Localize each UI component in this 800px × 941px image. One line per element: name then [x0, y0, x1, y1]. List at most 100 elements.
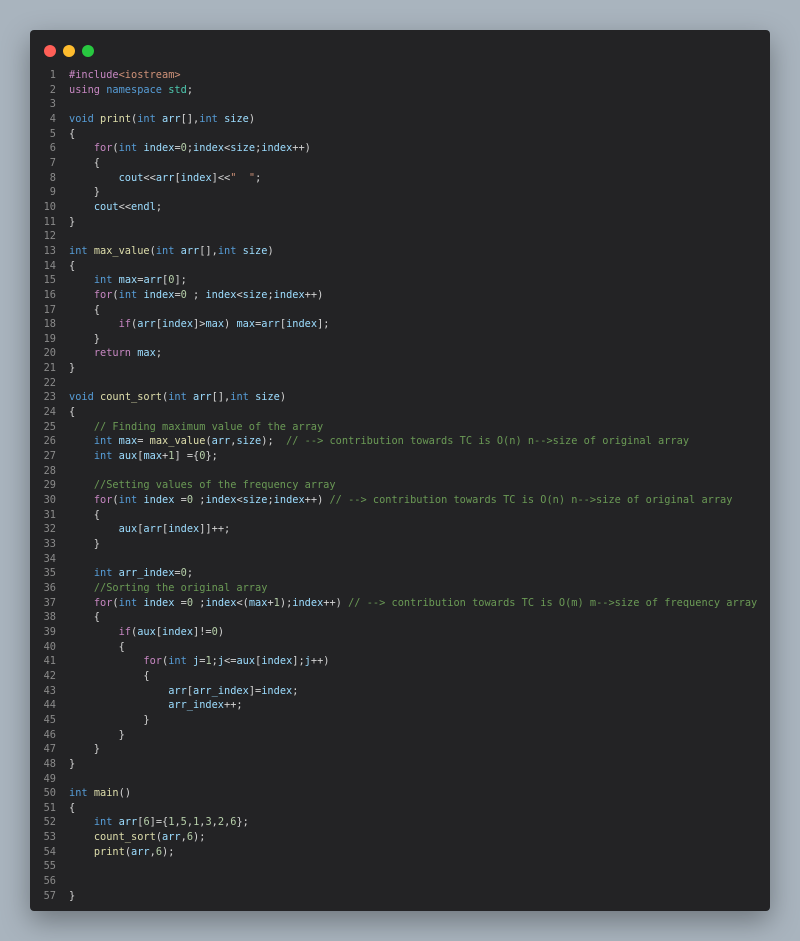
- code-token: }: [69, 728, 125, 741]
- code-token: int: [69, 787, 88, 800]
- code-line: 50 int main(): [30, 786, 770, 801]
- line-source: }: [69, 332, 100, 347]
- line-number: 28: [43, 464, 56, 477]
- code-token: int: [93, 567, 113, 580]
- code-line: 56: [30, 874, 770, 889]
- line-source: int max= max_value(arr,size); // --> con…: [69, 434, 689, 449]
- code-line: 29 //Setting values of the frequency arr…: [30, 478, 770, 493]
- code-line: 12: [30, 229, 770, 244]
- line-number: 43: [43, 684, 56, 697]
- code-token: ): [248, 112, 256, 125]
- code-line: 44 arr_index++;: [30, 698, 770, 713]
- code-token: int: [155, 244, 175, 257]
- code-token: #include: [69, 69, 119, 81]
- code-line: 30 for(int index =0 ;index<size;index++)…: [30, 493, 770, 508]
- line-source: aux[arr[index]]++;: [69, 522, 231, 537]
- line-source: for(int index=0;index<size;index++): [69, 141, 311, 156]
- maximize-button[interactable]: [82, 45, 94, 57]
- code-token: " ": [230, 171, 256, 184]
- line-source: int arr_index=0;: [69, 566, 193, 581]
- line-number: 9: [49, 186, 56, 199]
- code-token: }: [69, 362, 76, 375]
- code-token: index: [261, 142, 293, 155]
- code-line: 39 if(aux[index]!=0): [30, 625, 770, 640]
- line-source: cout<<endl;: [69, 200, 162, 215]
- code-line: 55: [30, 859, 770, 874]
- code-token: arr: [162, 112, 181, 125]
- code-token: ]!=: [193, 625, 212, 638]
- line-source: }: [69, 537, 100, 552]
- line-source: for(int j=1;j<=aux[index];j++): [69, 654, 329, 669]
- code-line: 11}: [30, 215, 770, 230]
- code-token: ;: [255, 171, 262, 184]
- code-token: ]<<: [211, 171, 231, 184]
- code-token: aux: [118, 523, 138, 536]
- line-source: for(int index =0 ;index<size;index++) //…: [69, 493, 733, 508]
- code-token: int: [230, 391, 249, 404]
- code-token: {: [69, 640, 125, 653]
- code-token: {: [69, 669, 150, 682]
- code-token: ;: [186, 288, 206, 301]
- code-token: int: [118, 596, 138, 609]
- code-token: max_value: [93, 244, 150, 257]
- code-token: print: [93, 845, 125, 858]
- code-token: //Sorting the original array: [93, 581, 268, 594]
- line-number: 57: [43, 889, 56, 902]
- line-number: 24: [43, 406, 56, 419]
- line-source: int max=arr[0];: [69, 273, 187, 288]
- line-source: {: [69, 156, 100, 171]
- code-token: index: [143, 142, 175, 155]
- code-token: ++): [292, 142, 311, 155]
- code-line: 48}: [30, 757, 770, 772]
- code-token: index: [261, 684, 293, 697]
- code-token: <=: [224, 655, 237, 668]
- code-token: std: [168, 83, 187, 96]
- code-token: ): [267, 244, 274, 257]
- line-number: 39: [43, 625, 56, 638]
- line-source: {: [69, 801, 75, 816]
- line-source: int max_value(int arr[],int size): [69, 244, 274, 259]
- code-line: 7 {: [30, 156, 770, 171]
- code-token: =: [137, 435, 150, 448]
- line-number: 31: [43, 508, 56, 521]
- line-number: 14: [43, 259, 56, 272]
- code-token: void: [69, 112, 94, 125]
- code-line: 57}: [30, 889, 770, 904]
- code-token: max: [118, 435, 138, 448]
- code-line: 25 // Finding maximum value of the array: [30, 420, 770, 435]
- code-token: {: [69, 611, 100, 624]
- code-line: 1 #include<iostream>: [30, 68, 770, 83]
- code-token: arr_index: [168, 699, 224, 712]
- minimize-button[interactable]: [63, 45, 75, 57]
- code-token: {: [69, 406, 76, 419]
- code-token: endl: [131, 200, 156, 213]
- code-token: // --> contribution towards TC is O(m) m…: [348, 596, 758, 609]
- code-token: index: [143, 494, 175, 507]
- line-source: }: [69, 713, 149, 728]
- line-number: 17: [43, 303, 56, 316]
- editor-window: 1 #include<iostream> 2 using namespace std;…: [30, 30, 770, 911]
- code-line: 51 {: [30, 801, 770, 816]
- code-token: for: [93, 142, 113, 155]
- code-token: ]={: [149, 816, 169, 829]
- code-token: =: [174, 596, 187, 609]
- code-token: int: [168, 391, 187, 404]
- code-token: count_sort: [93, 831, 156, 844]
- code-token: int: [118, 142, 138, 155]
- line-source: for(int index =0 ;index<(max+1);index++)…: [69, 596, 757, 611]
- code-line: 10 cout<<endl;: [30, 200, 770, 215]
- close-button[interactable]: [44, 45, 56, 57]
- code-line: 49: [30, 772, 770, 787]
- code-line: 8 cout<<arr[index]<<" ";: [30, 171, 770, 186]
- code-token: void: [69, 391, 94, 404]
- code-line: 31 {: [30, 508, 770, 523]
- code-token: arr: [118, 816, 138, 829]
- code-area[interactable]: 1 #include<iostream> 2 using namespace std;…: [30, 68, 770, 903]
